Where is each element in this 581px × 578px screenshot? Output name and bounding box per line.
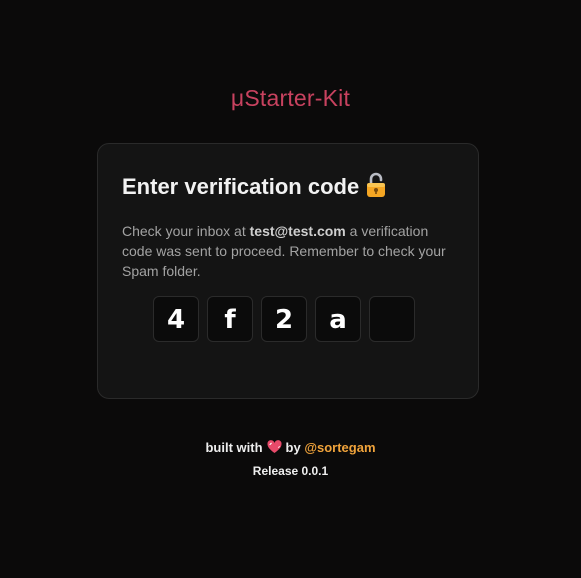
- page: μStarter-Kit Enter verification code Che…: [0, 0, 581, 578]
- instructions-text-start: Check your inbox at: [122, 223, 250, 239]
- verification-card: Enter verification code Check your inbox…: [97, 143, 479, 399]
- code-digit-4[interactable]: a: [315, 296, 361, 342]
- card-title-row: Enter verification code: [122, 172, 387, 201]
- brand-title: μStarter-Kit: [230, 85, 351, 111]
- code-digit-2[interactable]: f: [207, 296, 253, 342]
- author-link[interactable]: @sortegam: [304, 440, 375, 455]
- card-title: Enter verification code: [122, 174, 360, 199]
- email-address: test@test.com: [249, 223, 346, 239]
- by-text: by: [285, 440, 301, 455]
- code-digit-5[interactable]: [369, 296, 415, 342]
- unlocked-padlock-icon: [365, 172, 387, 198]
- built-with-text: built with: [205, 440, 263, 455]
- code-digit-1[interactable]: 4: [153, 296, 199, 342]
- instructions-text: Check your inbox at test@test.com a veri…: [122, 221, 458, 281]
- footer-credits: built with by @sortegam: [0, 439, 581, 457]
- code-digit-3[interactable]: 2: [261, 296, 307, 342]
- code-input-row: 4 f 2 a: [153, 296, 415, 342]
- sparkling-heart-icon: [266, 440, 282, 454]
- release-version: Release 0.0.1: [252, 464, 329, 478]
